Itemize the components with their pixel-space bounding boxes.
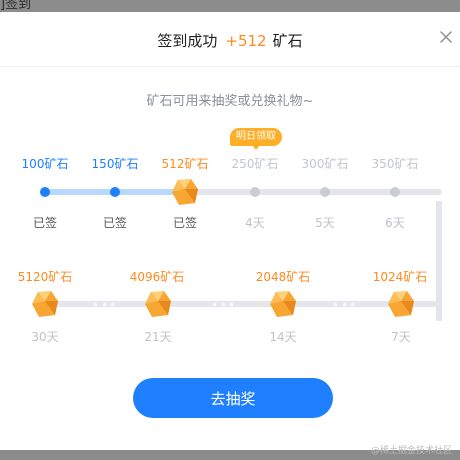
day-status-3: 已签 (172, 216, 197, 230)
title-reward-unit: 矿石 (272, 32, 303, 50)
checked-dot (110, 187, 120, 197)
reward-amount-day-1: 100矿石 (21, 157, 69, 171)
title-text: 签到成功 (157, 32, 218, 50)
dialog-header: 签到成功 +512 矿石 (0, 12, 460, 67)
progress-track-upcoming (184, 189, 442, 195)
day-status-30: 30天 (31, 330, 59, 344)
ore-icon (145, 291, 171, 317)
progress-track-done (44, 189, 114, 195)
track-ellipsis (213, 301, 233, 307)
dialog-subtitle: 矿石可用来抽奖或兑换礼物~ (146, 94, 314, 109)
track-ellipsis (334, 301, 354, 307)
sign-in-success-dialog: 签到成功 +512 矿石 矿石可用来抽奖或兑换礼物~ 明日领取 100矿石 150矿… (0, 12, 460, 450)
ore-icon (388, 291, 414, 317)
ore-icon (32, 291, 58, 317)
reward-amount-day-5: 300矿石 (301, 157, 349, 171)
reward-amount-day-21: 4096矿石 (129, 270, 185, 284)
checked-dot (40, 187, 50, 197)
reward-amount-day-6: 350矿石 (371, 157, 419, 171)
watermark: @稀土掘金技术社区 (370, 446, 452, 456)
day-status-7: 7天 (391, 330, 411, 344)
day-status-4: 4天 (245, 216, 265, 230)
day-status-1: 已签 (32, 216, 57, 230)
go-lottery-button[interactable]: 去抽奖 (133, 378, 333, 418)
day-status-21: 21天 (144, 330, 172, 344)
background-page-text: ]签到 (0, 0, 32, 12)
day-status-14: 14天 (269, 330, 297, 344)
dialog-title: 签到成功 +512 矿石 (0, 30, 460, 51)
day-status-2: 已签 (102, 216, 127, 230)
ore-icon (172, 179, 198, 205)
title-reward-amount: +512 (225, 32, 267, 50)
upcoming-dot (390, 187, 400, 197)
close-icon[interactable] (436, 27, 456, 47)
reward-amount-day-3: 512矿石 (161, 157, 209, 171)
track-ellipsis (94, 301, 114, 307)
tomorrow-badge: 明日领取 (230, 128, 282, 150)
reward-amount-day-7: 1024矿石 (372, 270, 428, 284)
upcoming-dot (250, 187, 260, 197)
reward-amount-day-14: 2048矿石 (255, 270, 311, 284)
ore-icon (270, 291, 296, 317)
upcoming-dot (320, 187, 330, 197)
day-status-5: 5天 (315, 216, 335, 230)
day-status-6: 6天 (385, 216, 405, 230)
reward-amount-day-30: 5120矿石 (17, 270, 73, 284)
reward-amount-day-2: 150矿石 (91, 157, 139, 171)
reward-amount-day-4: 250矿石 (231, 157, 279, 171)
